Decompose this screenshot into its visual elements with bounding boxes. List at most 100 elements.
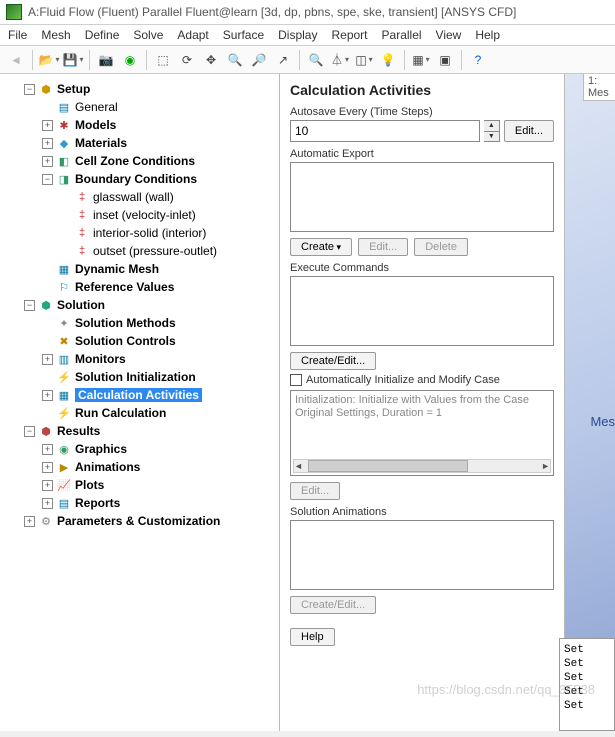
tree-solution[interactable]: − ⬢ Solution: [4, 296, 279, 314]
menu-report[interactable]: Report: [331, 28, 367, 42]
expand-icon[interactable]: +: [42, 480, 53, 491]
expand-icon[interactable]: +: [42, 462, 53, 473]
select-icon[interactable]: ⬚: [152, 49, 174, 71]
general-icon: ▤: [57, 100, 71, 114]
create-edit-animations-button[interactable]: Create/Edit...: [290, 596, 376, 614]
title-bar: A:Fluid Flow (Fluent) Parallel Fluent@le…: [0, 0, 615, 25]
tree-setup[interactable]: − ⬢ Setup: [4, 80, 279, 98]
expand-icon[interactable]: +: [42, 138, 53, 149]
collapse-icon[interactable]: −: [24, 426, 35, 437]
tree-materials[interactable]: + ◆ Materials: [4, 134, 279, 152]
autoexport-listbox[interactable]: [290, 162, 554, 232]
menu-display[interactable]: Display: [278, 28, 317, 42]
autoinit-edit-button[interactable]: Edit...: [290, 482, 340, 500]
autoinit-checkbox[interactable]: [290, 374, 302, 386]
tree-cellzone[interactable]: + ◧ Cell Zone Conditions: [4, 152, 279, 170]
collapse-icon[interactable]: −: [24, 300, 35, 311]
wall-icon: ‡: [75, 190, 89, 204]
tree-label: Graphics: [75, 442, 127, 456]
autoinit-listbox[interactable]: Initialization: Initialize with Values f…: [290, 390, 554, 476]
menu-solve[interactable]: Solve: [133, 28, 163, 42]
arrange-icon[interactable]: ▦: [410, 49, 432, 71]
menu-mesh[interactable]: Mesh: [41, 28, 70, 42]
tree-general[interactable]: ▤ General: [4, 98, 279, 116]
delete-export-button[interactable]: Delete: [414, 238, 468, 256]
scroll-left-icon[interactable]: ◄: [294, 461, 303, 471]
create-edit-commands-button[interactable]: Create/Edit...: [290, 352, 376, 370]
outline-tree[interactable]: − ⬢ Setup ▤ General + ✱ Models + ◆ Mater…: [0, 74, 280, 731]
expand-icon[interactable]: +: [42, 120, 53, 131]
scroll-right-icon[interactable]: ►: [541, 461, 550, 471]
tree-animations[interactable]: + ▶ Animations: [4, 458, 279, 476]
tree-run-calculation[interactable]: ⚡ Run Calculation: [4, 404, 279, 422]
back-icon[interactable]: ◄: [5, 49, 27, 71]
tree-solution-methods[interactable]: ✦ Solution Methods: [4, 314, 279, 332]
mesh-tab[interactable]: 1: Mes: [583, 74, 615, 101]
view-icon[interactable]: ◫: [353, 49, 375, 71]
tree-bc-glasswall[interactable]: ‡ glasswall (wall): [4, 188, 279, 206]
menu-parallel[interactable]: Parallel: [382, 28, 422, 42]
menu-view[interactable]: View: [436, 28, 462, 42]
spinner-down-icon[interactable]: ▼: [484, 132, 499, 142]
tree-bc-inset[interactable]: ‡ inset (velocity-inlet): [4, 206, 279, 224]
expand-icon[interactable]: +: [42, 444, 53, 455]
help-button[interactable]: Help: [290, 628, 335, 646]
axis-icon[interactable]: ⏃: [329, 49, 351, 71]
tree-label: Run Calculation: [75, 406, 166, 420]
save-icon[interactable]: 💾: [62, 49, 84, 71]
rotate-icon[interactable]: ⟳: [176, 49, 198, 71]
autosave-input[interactable]: [290, 120, 480, 142]
menu-file[interactable]: File: [8, 28, 27, 42]
close-view-icon[interactable]: ▣: [434, 49, 456, 71]
fit-icon[interactable]: 🔍: [305, 49, 327, 71]
timer-icon[interactable]: ◉: [119, 49, 141, 71]
horizontal-scrollbar[interactable]: ◄ ►: [293, 459, 551, 473]
expand-icon[interactable]: +: [24, 516, 35, 527]
expand-icon[interactable]: +: [42, 390, 53, 401]
tree-bc-interior[interactable]: ‡ interior-solid (interior): [4, 224, 279, 242]
tree-parameters[interactable]: + ⚙ Parameters & Customization: [4, 512, 279, 530]
expand-icon[interactable]: +: [42, 498, 53, 509]
tree-boundary-conditions[interactable]: − ◨ Boundary Conditions: [4, 170, 279, 188]
menu-adapt[interactable]: Adapt: [177, 28, 208, 42]
solution-animations-listbox[interactable]: [290, 520, 554, 590]
expand-icon[interactable]: +: [42, 354, 53, 365]
expand-icon[interactable]: +: [42, 156, 53, 167]
menu-define[interactable]: Define: [85, 28, 120, 42]
menu-help[interactable]: Help: [475, 28, 500, 42]
tree-models[interactable]: + ✱ Models: [4, 116, 279, 134]
tree-calculation-activities[interactable]: + ▦ Calculation Activities: [4, 386, 279, 404]
tree-label: Setup: [57, 82, 90, 96]
tree-plots[interactable]: + 📈 Plots: [4, 476, 279, 494]
tree-monitors[interactable]: + ▥ Monitors: [4, 350, 279, 368]
execute-commands-listbox[interactable]: [290, 276, 554, 346]
open-icon[interactable]: 📂: [38, 49, 60, 71]
menu-surface[interactable]: Surface: [223, 28, 264, 42]
collapse-icon[interactable]: −: [42, 174, 53, 185]
zoom-out-icon[interactable]: 🔎: [248, 49, 270, 71]
tree-solution-initialization[interactable]: ⚡ Solution Initialization: [4, 368, 279, 386]
run-icon: ⚡: [57, 406, 71, 420]
tree-reports[interactable]: + ▤ Reports: [4, 494, 279, 512]
collapse-icon[interactable]: −: [24, 84, 35, 95]
edit-export-button[interactable]: Edit...: [358, 238, 408, 256]
spinner-up-icon[interactable]: ▲: [484, 121, 499, 132]
probe-icon[interactable]: ↗: [272, 49, 294, 71]
help-icon[interactable]: ?: [467, 49, 489, 71]
scroll-thumb[interactable]: [308, 460, 468, 472]
tree-graphics[interactable]: + ◉ Graphics: [4, 440, 279, 458]
autosave-edit-button[interactable]: Edit...: [504, 120, 554, 142]
tree-label: Dynamic Mesh: [75, 262, 159, 276]
tree-solution-controls[interactable]: ✖ Solution Controls: [4, 332, 279, 350]
light-icon[interactable]: 💡: [377, 49, 399, 71]
camera-icon[interactable]: 📷: [95, 49, 117, 71]
tree-bc-outset[interactable]: ‡ outset (pressure-outlet): [4, 242, 279, 260]
graphics-area[interactable]: 1: Mes Mes Set Set Set Set Set: [565, 74, 615, 731]
autosave-spinner[interactable]: ▲ ▼: [484, 120, 500, 142]
create-export-button[interactable]: Create: [290, 238, 352, 256]
pan-icon[interactable]: ✥: [200, 49, 222, 71]
tree-reference-values[interactable]: ⚐ Reference Values: [4, 278, 279, 296]
tree-dynamic-mesh[interactable]: ▦ Dynamic Mesh: [4, 260, 279, 278]
zoom-in-icon[interactable]: 🔍: [224, 49, 246, 71]
tree-results[interactable]: − ⬢ Results: [4, 422, 279, 440]
